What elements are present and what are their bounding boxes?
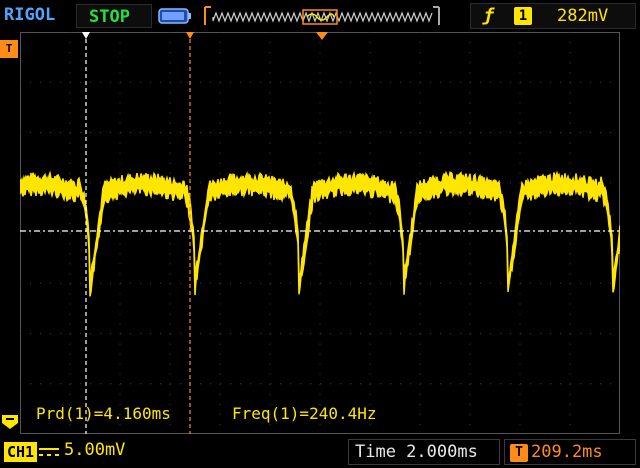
waveform-position-strip[interactable] <box>203 2 441 30</box>
timebase-value: Time 2.000ms <box>355 442 478 462</box>
ch1-trace <box>20 170 620 297</box>
graticule <box>20 32 620 434</box>
period-measurement: Prd(1)=4.160ms <box>36 404 171 423</box>
ch1-waveform-band <box>20 170 620 297</box>
rising-edge-icon: ƒ <box>483 5 494 26</box>
top-status-bar: RIGOL STOP ƒ 1 282mV <box>0 0 640 32</box>
trigger-level: 282mV <box>557 6 609 26</box>
ch1-ground-marker-icon <box>2 415 18 429</box>
ch1-vertical-scale: 5.00mV <box>64 440 126 460</box>
trigger-settings[interactable]: ƒ 1 282mV <box>470 3 636 29</box>
timebase-setting[interactable]: Time 2.000ms <box>348 439 500 465</box>
run-state-label: STOP <box>89 7 130 27</box>
trigger-offset-value: 209.2ms <box>531 442 603 462</box>
cursor-marker-1-icon <box>82 32 90 39</box>
cursor-marker-2-icon <box>186 32 194 39</box>
memory-depth-icon <box>158 8 191 24</box>
trigger-position-icon <box>316 32 328 40</box>
dc-coupling-icon <box>39 448 59 456</box>
bottom-status-bar: CH1 5.00mV Time 2.000ms T 209.2ms <box>0 436 640 468</box>
frequency-measurement: Freq(1)=240.4Hz <box>232 404 377 423</box>
brand-logo: RIGOL <box>4 5 56 25</box>
trigger-level-marker-icon: T <box>0 40 18 58</box>
ch1-badge[interactable]: CH1 <box>4 442 38 462</box>
trigger-source-channel: 1 <box>514 7 532 25</box>
trigger-offset-icon: T <box>510 444 528 462</box>
waveform-display[interactable] <box>20 32 620 434</box>
trigger-offset-setting[interactable]: T 209.2ms <box>504 439 636 465</box>
run-stop-indicator[interactable]: STOP <box>76 4 152 28</box>
